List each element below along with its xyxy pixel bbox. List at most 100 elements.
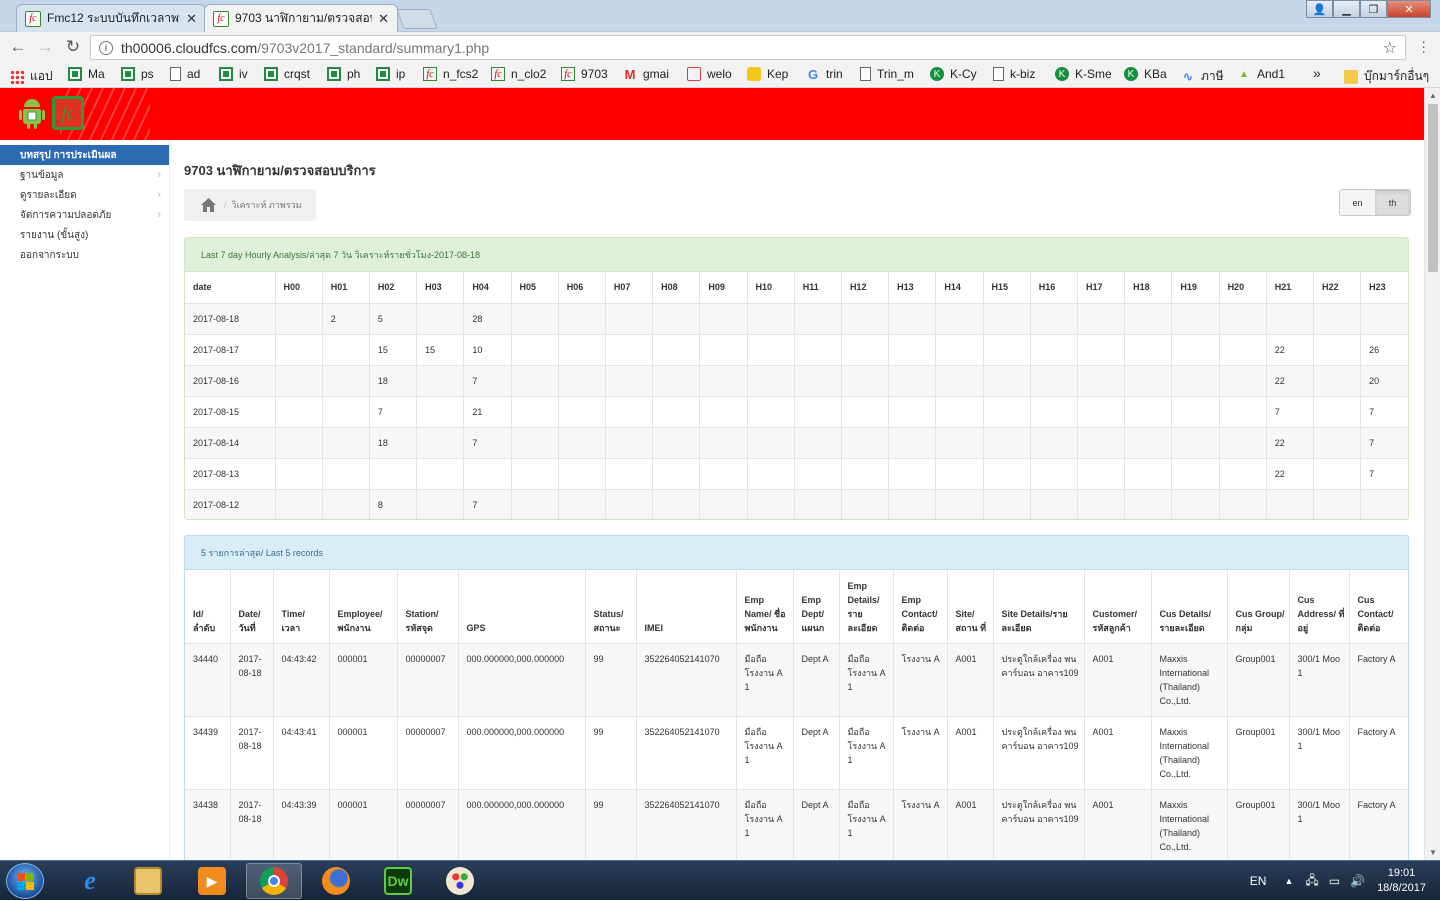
action-center-icon[interactable]: ▭ [1329, 874, 1340, 888]
column-header[interactable]: Emp Details/ ราย ละเอียด [839, 570, 894, 644]
reload-icon[interactable]: ↻ [63, 37, 83, 57]
column-header[interactable]: IMEI [636, 570, 737, 644]
column-header[interactable]: H03 [416, 272, 465, 304]
column-header[interactable]: H11 [794, 272, 842, 304]
column-header[interactable]: Cus Group/ กลุ่ม [1227, 570, 1290, 644]
lang-en-button[interactable]: en [1340, 190, 1375, 215]
bookmarks-more-button[interactable]: » [1313, 65, 1321, 81]
bookmark-item[interactable]: Kep [747, 67, 788, 81]
column-header[interactable]: H01 [322, 272, 370, 304]
column-header[interactable]: H16 [1030, 272, 1078, 304]
bookmark-item[interactable]: K K-Cy [930, 67, 977, 81]
bookmark-item[interactable]: Ma [68, 67, 105, 81]
bookmark-item[interactable]: ps [121, 67, 154, 81]
close-tab-icon[interactable]: ✕ [378, 11, 389, 27]
scroll-down-icon[interactable]: ▼ [1429, 848, 1437, 857]
bookmark-item[interactable]: fc 9703 [561, 67, 608, 81]
internet-explorer-icon[interactable]: e [62, 863, 118, 899]
column-header[interactable]: H00 [275, 272, 323, 304]
column-header[interactable]: H06 [558, 272, 606, 304]
column-header[interactable]: H02 [369, 272, 418, 304]
back-icon[interactable]: ← [8, 37, 28, 57]
info-icon[interactable]: i [99, 40, 113, 55]
sidebar-item[interactable]: รายงาน (ขั้นสูง) [0, 225, 169, 245]
bookmark-item[interactable]: fc n_clo2 [491, 67, 546, 81]
column-header[interactable]: H23 [1360, 272, 1408, 304]
column-header[interactable]: Site/ สถาน ที่ [947, 570, 994, 644]
column-header[interactable]: Site Details/ราย ละเอียด [993, 570, 1085, 644]
bookmark-item[interactable]: K K-Sme [1055, 67, 1112, 81]
input-language[interactable]: EN [1250, 874, 1267, 888]
bookmark-item[interactable]: iv [219, 67, 248, 81]
file-explorer-icon[interactable] [120, 863, 176, 899]
dreamweaver-icon[interactable]: Dw [370, 863, 426, 899]
bookmark-item[interactable]: crqst [264, 67, 310, 81]
sidebar-item[interactable]: บทสรุป การประเมินผล [0, 145, 169, 165]
bookmark-star-icon[interactable]: ☆ [1383, 38, 1397, 58]
bookmark-item[interactable]: K KBa [1124, 67, 1167, 81]
column-header[interactable]: date [185, 272, 276, 304]
tab-9703[interactable]: fc 9703 นาฬิกายาม/ตรวจสอบ ✕ [204, 4, 398, 32]
bookmark-item[interactable]: ip [376, 67, 405, 81]
sidebar-item[interactable]: ดูรายละเอียด › [0, 185, 169, 205]
sidebar-item[interactable]: ออกจากระบบ [0, 245, 169, 265]
breadcrumb-current[interactable]: วิเคราะห์ ภาพรวม [232, 198, 302, 212]
column-header[interactable]: Station/ รหัสจุด [397, 570, 459, 644]
column-header[interactable]: H13 [888, 272, 937, 304]
column-header[interactable]: Cus Details/ รายละเอียด [1151, 570, 1228, 644]
column-header[interactable]: H05 [511, 272, 559, 304]
page-scrollbar[interactable]: ▲ ▼ [1424, 88, 1440, 860]
bookmark-item[interactable]: แอป [10, 67, 53, 86]
address-bar[interactable]: i th00006.cloudfcs.com/9703v2017_standar… [90, 35, 1406, 60]
column-header[interactable]: GPS [458, 570, 586, 644]
tab-fmc12[interactable]: fc Fmc12 ระบบบันทึกเวลาพนัก ✕ [16, 4, 206, 32]
column-header[interactable]: H18 [1124, 272, 1173, 304]
clock[interactable]: 19:01 18/8/2017 [1377, 866, 1426, 896]
other-bookmarks-button[interactable]: บุ๊กมาร์กอื่นๆ [1344, 67, 1429, 86]
scroll-up-icon[interactable]: ▲ [1429, 91, 1437, 100]
bookmark-item[interactable]: k-biz [993, 67, 1035, 81]
bookmark-item[interactable]: ad [170, 67, 200, 81]
start-button[interactable] [6, 863, 44, 899]
column-header[interactable]: Cus Address/ ที่อยู่ [1289, 570, 1350, 644]
column-header[interactable]: Emp Name/ ชื่อ พนักงาน [736, 570, 794, 644]
column-header[interactable]: H08 [652, 272, 701, 304]
volume-icon[interactable]: 🔊 [1350, 874, 1365, 888]
bookmark-item[interactable]: Trin_m [860, 67, 914, 81]
show-hidden-icons-icon[interactable]: ▲ [1284, 876, 1293, 886]
column-header[interactable]: Time/ เวลา [273, 570, 330, 644]
paint-icon[interactable] [432, 863, 488, 899]
bookmark-item[interactable]: welo [687, 67, 732, 81]
sidebar-item[interactable]: ฐานข้อมูล › [0, 165, 169, 185]
column-header[interactable]: Status/ สถานะ [585, 570, 637, 644]
column-header[interactable]: H14 [935, 272, 984, 304]
sidebar-item[interactable]: จัดการความปลอดภัย › [0, 205, 169, 225]
column-header[interactable]: H22 [1313, 272, 1362, 304]
column-header[interactable]: H20 [1219, 272, 1267, 304]
home-icon[interactable] [200, 197, 217, 213]
bookmark-item[interactable]: fc n_fcs2 [423, 67, 478, 81]
column-header[interactable]: Customer/ รหัสลูกค้า [1084, 570, 1152, 644]
column-header[interactable]: H21 [1266, 272, 1314, 304]
close-window-icon[interactable]: ✕ [1387, 0, 1431, 18]
firefox-icon[interactable] [308, 863, 364, 899]
close-tab-icon[interactable]: ✕ [186, 11, 197, 27]
scrollbar-thumb[interactable] [1428, 104, 1438, 272]
column-header[interactable]: H17 [1077, 272, 1126, 304]
bookmark-item[interactable]: Mgmai [623, 67, 669, 82]
user-icon[interactable]: 👤 [1306, 0, 1333, 18]
column-header[interactable]: Emp Contact/ ติดต่อ [893, 570, 948, 644]
forward-icon[interactable]: → [35, 37, 55, 57]
maximize-icon[interactable]: ❐ [1360, 0, 1387, 18]
column-header[interactable]: H19 [1171, 272, 1220, 304]
lang-th-button[interactable]: th [1375, 190, 1410, 215]
new-tab-button[interactable] [396, 9, 438, 29]
column-header[interactable]: H10 [747, 272, 795, 304]
column-header[interactable]: Employee/ พนักงาน [329, 570, 398, 644]
media-player-icon[interactable]: ▶ [184, 863, 240, 899]
bookmark-item[interactable]: ▲ And1 [1237, 67, 1285, 81]
bookmark-item[interactable]: ∿ ภาษี [1181, 67, 1224, 86]
column-header[interactable]: H07 [605, 272, 654, 304]
column-header[interactable]: H15 [983, 272, 1031, 304]
column-header[interactable]: H12 [841, 272, 890, 304]
